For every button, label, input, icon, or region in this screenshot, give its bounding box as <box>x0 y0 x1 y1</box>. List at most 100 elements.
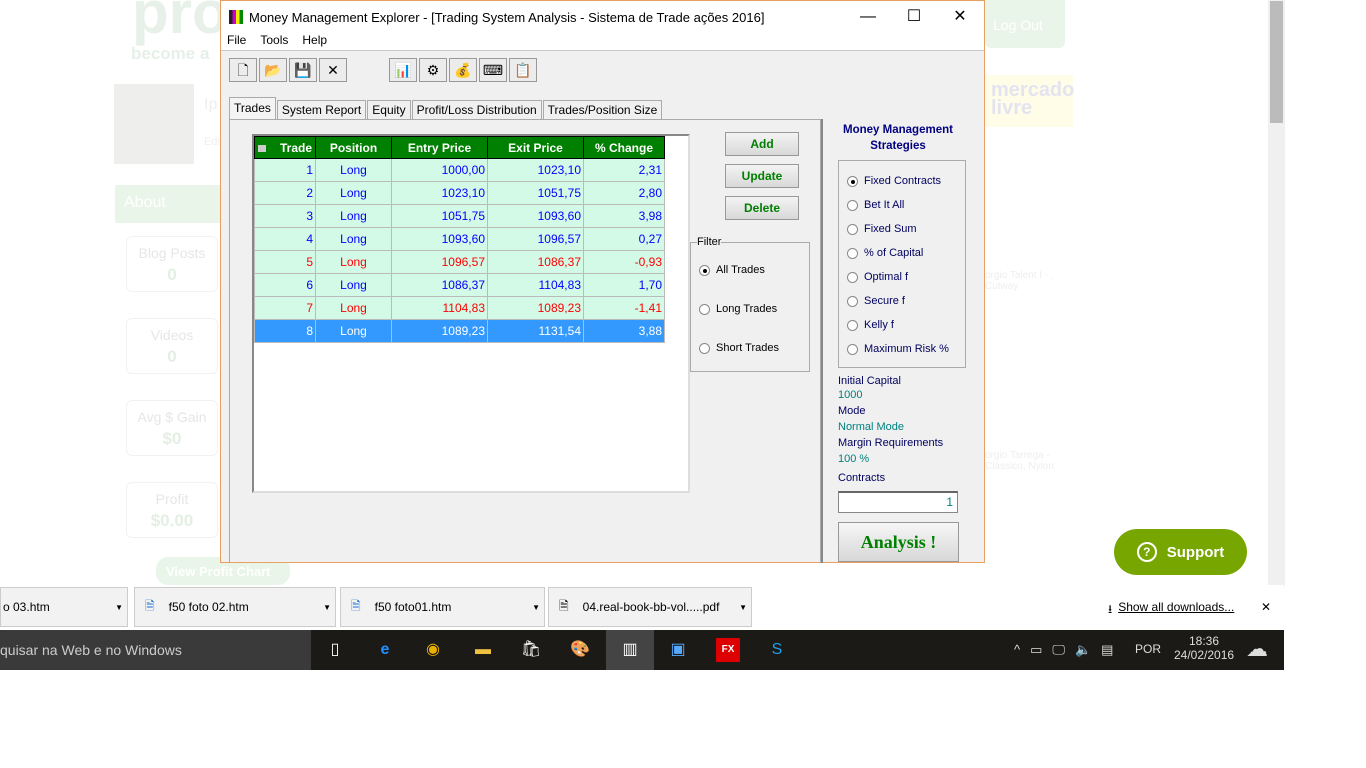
entry-price-cell[interactable]: 1000,00 <box>391 158 488 182</box>
table-row[interactable]: 4 Long 1093,60 1096,57 0,27 <box>254 227 665 251</box>
strategy-option[interactable]: Fixed Sum <box>847 223 917 235</box>
position-cell[interactable]: Long <box>315 158 392 182</box>
menu-tools[interactable]: Tools <box>260 33 288 50</box>
chevron-up-icon[interactable]: ^ <box>1014 642 1020 658</box>
volume-icon[interactable]: 🔈 <box>1075 642 1091 658</box>
exit-price-cell[interactable]: 1096,57 <box>487 227 584 251</box>
chevron-down-icon[interactable]: ▼ <box>739 603 747 612</box>
task-view-icon[interactable]: ▯ <box>323 638 347 662</box>
trade-number-cell[interactable]: 7 <box>254 296 316 320</box>
trade-number-cell[interactable]: 2 <box>254 181 316 205</box>
strategy-option[interactable]: Optimal f <box>847 271 908 283</box>
fxpro-icon[interactable]: FX <box>716 638 740 662</box>
minimize-button[interactable]: — <box>845 1 891 33</box>
download-item[interactable]: o 03.htm ▼ <box>0 587 128 627</box>
close-button[interactable]: ✕ <box>937 1 983 33</box>
col-trade[interactable]: Trade <box>254 136 316 159</box>
new-file-icon[interactable]: 🗋 <box>229 58 257 82</box>
entry-price-cell[interactable]: 1096,57 <box>391 250 488 274</box>
position-cell[interactable]: Long <box>315 181 392 205</box>
paint-icon[interactable]: 🎨 <box>568 638 592 662</box>
money-management-taskbar-icon[interactable]: ▥ <box>606 630 654 670</box>
page-scrollbar[interactable] <box>1268 0 1285 587</box>
col-change[interactable]: % Change <box>583 136 665 159</box>
table-row[interactable]: 1 Long 1000,00 1023,10 2,31 <box>254 158 665 182</box>
network-icon[interactable]: 🖵 <box>1052 642 1065 658</box>
show-all-downloads-link[interactable]: ⭳ Show all downloads... <box>1108 600 1234 621</box>
trade-number-cell[interactable]: 5 <box>254 250 316 274</box>
tab-trades-position-size[interactable]: Trades/Position Size <box>542 100 663 119</box>
language-indicator[interactable]: POR <box>1135 642 1161 656</box>
chrome-icon[interactable]: ◉ <box>421 638 445 662</box>
col-exit-price[interactable]: Exit Price <box>487 136 584 159</box>
menu-help[interactable]: Help <box>302 33 327 50</box>
menu-file[interactable]: File <box>227 33 246 50</box>
table-row[interactable]: 6 Long 1086,37 1104,83 1,70 <box>254 273 665 297</box>
file-explorer-icon[interactable]: ▬ <box>471 638 495 662</box>
skype-icon[interactable]: S <box>765 638 789 662</box>
percent-change-cell[interactable]: 0,27 <box>583 227 665 251</box>
position-cell[interactable]: Long <box>315 227 392 251</box>
maximize-button[interactable]: ☐ <box>891 1 937 33</box>
edge-icon[interactable]: e <box>373 638 397 662</box>
trade-number-cell[interactable]: 8 <box>254 319 316 343</box>
trade-number-cell[interactable]: 4 <box>254 227 316 251</box>
app-icon-blue[interactable]: ▣ <box>666 638 690 662</box>
col-entry-price[interactable]: Entry Price <box>391 136 488 159</box>
percent-change-cell[interactable]: 1,70 <box>583 273 665 297</box>
trade-number-cell[interactable]: 1 <box>254 158 316 182</box>
exit-price-cell[interactable]: 1093,60 <box>487 204 584 228</box>
delete-button[interactable]: Delete <box>725 196 799 220</box>
percent-change-cell[interactable]: 3,98 <box>583 204 665 228</box>
support-button[interactable]: ? Support <box>1114 529 1247 575</box>
filter-all-trades[interactable]: All Trades <box>699 264 765 276</box>
entry-price-cell[interactable]: 1089,23 <box>391 319 488 343</box>
chevron-down-icon[interactable]: ▼ <box>532 603 540 612</box>
contracts-input[interactable]: 1 <box>838 491 958 513</box>
cloud-icon[interactable]: ☁ <box>1246 636 1268 662</box>
add-button[interactable]: Add <box>725 132 799 156</box>
col-position[interactable]: Position <box>315 136 392 159</box>
search-box[interactable]: quisar na Web e no Windows <box>0 630 311 670</box>
strategy-option[interactable]: Secure f <box>847 295 905 307</box>
exit-price-cell[interactable]: 1023,10 <box>487 158 584 182</box>
filter-short-trades[interactable]: Short Trades <box>699 342 779 354</box>
percent-change-cell[interactable]: -1,41 <box>583 296 665 320</box>
properties-icon[interactable]: 📋 <box>509 58 537 82</box>
exit-price-cell[interactable]: 1089,23 <box>487 296 584 320</box>
download-item[interactable]: 🗎 f50 foto 02.htm ▼ <box>134 587 336 627</box>
position-cell[interactable]: Long <box>315 273 392 297</box>
percent-change-cell[interactable]: 2,31 <box>583 158 665 182</box>
tab-trades[interactable]: Trades <box>229 97 276 119</box>
exit-price-cell[interactable]: 1131,54 <box>487 319 584 343</box>
trade-number-cell[interactable]: 6 <box>254 273 316 297</box>
position-cell[interactable]: Long <box>315 204 392 228</box>
entry-price-cell[interactable]: 1023,10 <box>391 181 488 205</box>
clock[interactable]: 18:36 24/02/2016 <box>1174 634 1234 662</box>
trade-number-cell[interactable]: 3 <box>254 204 316 228</box>
analysis-button[interactable]: Analysis ! <box>838 522 959 562</box>
exit-price-cell[interactable]: 1104,83 <box>487 273 584 297</box>
strategy-option[interactable]: Kelly f <box>847 319 894 331</box>
download-item[interactable]: 🗎 f50 foto01.htm ▼ <box>340 587 545 627</box>
strategy-option[interactable]: % of Capital <box>847 247 923 259</box>
money-bag-icon[interactable]: 💰 <box>449 58 477 82</box>
position-cell[interactable]: Long <box>315 319 392 343</box>
keyboard-icon[interactable]: ⌨ <box>479 58 507 82</box>
notification-icon[interactable]: ▤ <box>1101 642 1113 658</box>
strategy-option[interactable]: Fixed Contracts <box>847 175 941 187</box>
percent-change-cell[interactable]: 3,88 <box>583 319 665 343</box>
close-file-icon[interactable]: ✕ <box>319 58 347 82</box>
exit-price-cell[interactable]: 1051,75 <box>487 181 584 205</box>
store-icon[interactable]: 🛍 <box>519 638 543 662</box>
entry-price-cell[interactable]: 1051,75 <box>391 204 488 228</box>
close-shelf-icon[interactable]: ✕ <box>1261 600 1271 614</box>
strategy-option[interactable]: Bet It All <box>847 199 904 211</box>
percent-change-cell[interactable]: -0,93 <box>583 250 665 274</box>
strategy-option[interactable]: Maximum Risk % <box>847 343 949 355</box>
table-row[interactable]: 2 Long 1023,10 1051,75 2,80 <box>254 181 665 205</box>
battery-icon[interactable]: ▭ <box>1030 642 1042 658</box>
save-icon[interactable]: 💾 <box>289 58 317 82</box>
entry-price-cell[interactable]: 1093,60 <box>391 227 488 251</box>
filter-long-trades[interactable]: Long Trades <box>699 303 777 315</box>
